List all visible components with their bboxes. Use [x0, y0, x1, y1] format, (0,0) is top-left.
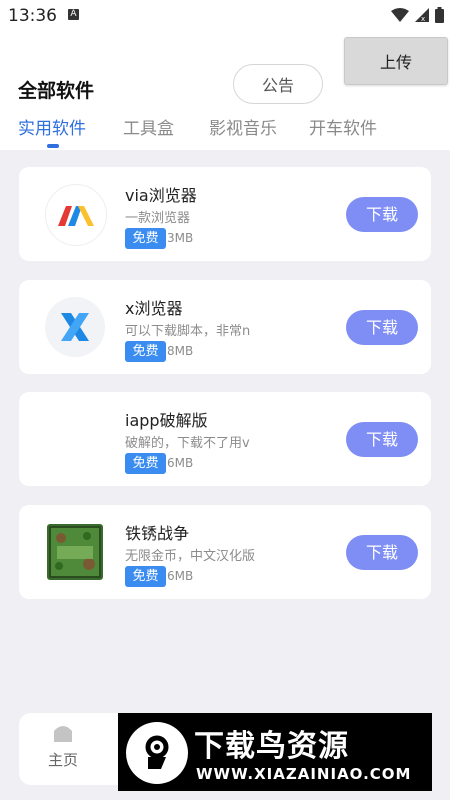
app-list: via浏览器 一款浏览器 免费 3MB 下载 x浏览器 可以下载脚本，非常n 免…	[0, 150, 450, 800]
download-button[interactable]: 下载	[346, 197, 418, 232]
battery-icon	[435, 7, 444, 23]
notification-a-icon: A	[68, 9, 79, 20]
status-time: 13:36	[8, 6, 57, 26]
app-name: iapp破解版	[125, 411, 208, 430]
tab-utility[interactable]: 实用软件	[18, 114, 86, 139]
app-size: 6MB	[167, 569, 194, 583]
bird-logo-icon	[126, 722, 188, 784]
tab-driving-software[interactable]: 开车软件	[309, 114, 377, 139]
rusted-warfare-icon	[47, 524, 103, 580]
tab-video-music[interactable]: 影视音乐	[209, 114, 277, 139]
page-title: 全部软件	[18, 80, 95, 102]
status-icons: x	[391, 7, 444, 23]
watermark-url: WWW.XIAZAINIAO.COM	[196, 765, 412, 783]
home-icon	[54, 726, 72, 742]
nav-home[interactable]: 主页	[41, 721, 85, 770]
free-badge: 免费	[125, 228, 166, 249]
app-description: 可以下载脚本，非常n	[125, 324, 251, 339]
app-size: 8MB	[167, 344, 194, 358]
app-description: 一款浏览器	[125, 211, 191, 226]
upload-button[interactable]: 上传	[344, 37, 448, 85]
list-item[interactable]: iapp破解版 破解的，下载不了用v 免费 6MB 下载	[19, 392, 431, 486]
via-logo-icon	[45, 184, 107, 246]
tab-toolbox[interactable]: 工具盒	[123, 114, 174, 139]
watermark-banner: 下载鸟资源 WWW.XIAZAINIAO.COM	[118, 713, 432, 791]
app-size: 6MB	[167, 456, 194, 470]
list-item[interactable]: 铁锈战争 无限金币，中文汉化版 免费 6MB 下载	[19, 505, 431, 599]
signal-icon: x	[415, 8, 429, 22]
download-button[interactable]: 下载	[346, 310, 418, 345]
nav-home-label: 主页	[47, 751, 78, 769]
app-size: 3MB	[167, 231, 194, 245]
svg-text:x: x	[421, 15, 425, 22]
watermark-title: 下载鸟资源	[194, 729, 349, 764]
blank-icon	[45, 409, 105, 469]
list-item[interactable]: via浏览器 一款浏览器 免费 3MB 下载	[19, 167, 431, 261]
app-name: 铁锈战争	[125, 524, 190, 543]
status-bar: 13:36 A x	[0, 0, 450, 32]
free-badge: 免费	[125, 566, 166, 587]
category-tabs: 实用软件 工具盒 影视音乐 开车软件	[0, 114, 450, 150]
x-browser-logo-icon	[45, 297, 105, 357]
wifi-icon	[391, 8, 409, 22]
active-tab-indicator	[47, 144, 59, 148]
app-name: x浏览器	[125, 299, 183, 318]
download-button[interactable]: 下载	[346, 535, 418, 570]
free-badge: 免费	[125, 453, 166, 474]
free-badge: 免费	[125, 341, 166, 362]
download-button[interactable]: 下载	[346, 422, 418, 457]
list-item[interactable]: x浏览器 可以下载脚本，非常n 免费 8MB 下载	[19, 280, 431, 374]
app-description: 无限金币，中文汉化版	[125, 549, 256, 564]
app-name: via浏览器	[125, 186, 197, 205]
notice-button[interactable]: 公告	[233, 64, 323, 104]
app-description: 破解的，下载不了用v	[125, 436, 250, 451]
